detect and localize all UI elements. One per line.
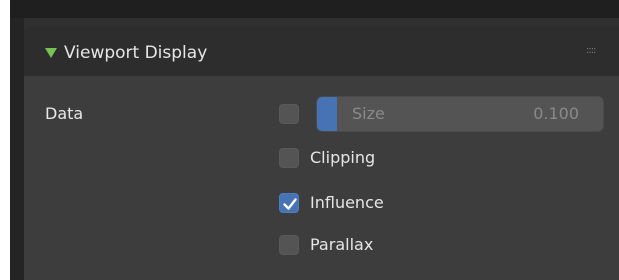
checkmark-icon bbox=[283, 198, 297, 210]
clipping-label[interactable]: Clipping bbox=[310, 146, 375, 170]
size-field-value: 0.100 bbox=[533, 104, 579, 123]
parallax-label[interactable]: Parallax bbox=[310, 233, 373, 257]
data-label: Data bbox=[45, 104, 84, 123]
triangle-down-icon[interactable] bbox=[45, 48, 57, 58]
data-checkbox[interactable] bbox=[279, 104, 299, 124]
influence-checkbox[interactable] bbox=[279, 193, 299, 213]
influence-label[interactable]: Influence bbox=[310, 191, 384, 215]
size-field[interactable]: Size 0.100 bbox=[316, 96, 604, 132]
window-edge bbox=[0, 0, 10, 280]
previous-panel-edge bbox=[10, 0, 619, 18]
size-field-fill bbox=[317, 97, 337, 131]
clipping-checkbox[interactable] bbox=[279, 148, 299, 168]
parallax-checkbox[interactable] bbox=[279, 235, 299, 255]
panel-title[interactable]: Viewport Display bbox=[64, 38, 207, 68]
panel-left-border bbox=[10, 18, 24, 280]
size-field-label: Size bbox=[352, 104, 385, 123]
properties-editor: Viewport Display :::: Data Size 0.100 Cl… bbox=[0, 0, 619, 280]
drag-handle-icon[interactable]: :::: bbox=[586, 45, 604, 57]
